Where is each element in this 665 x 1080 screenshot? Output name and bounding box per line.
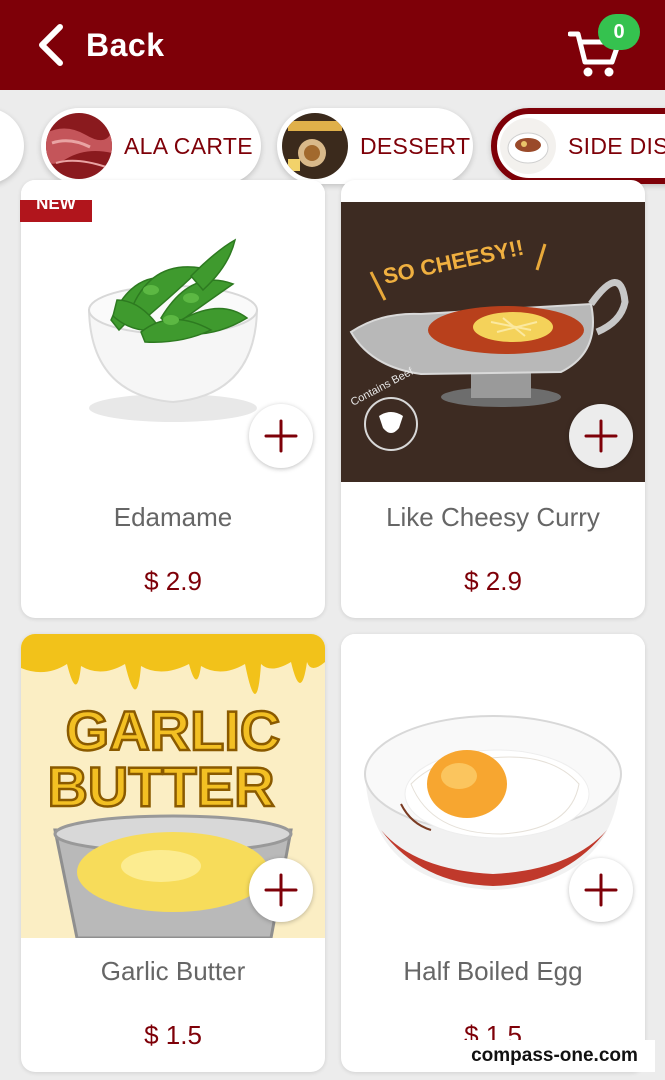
plus-icon — [584, 873, 618, 907]
chevron-left-icon — [39, 24, 63, 66]
product-card-half-boiled-egg[interactable]: Half Boiled Egg $ 1.5 — [341, 634, 645, 1072]
plus-icon — [264, 873, 298, 907]
dessert-thumbnail — [282, 113, 348, 179]
category-ala-carte[interactable]: ALA CARTE — [41, 108, 261, 184]
category-side-dish[interactable]: SIDE DISH — [491, 108, 665, 184]
plus-icon — [264, 419, 298, 453]
cart-button[interactable]: 0 — [560, 10, 650, 80]
product-name: Like Cheesy Curry — [386, 502, 600, 532]
product-name: Garlic Butter — [100, 956, 246, 986]
back-label: Back — [86, 26, 165, 63]
add-to-cart-button[interactable] — [569, 858, 633, 922]
add-to-cart-button[interactable] — [249, 858, 313, 922]
side-dish-thumbnail — [500, 118, 556, 174]
app-header: Back 0 — [0, 0, 665, 90]
product-card-garlic-butter[interactable]: GARLIC BUTTER Garlic Butter $ 1.5 — [21, 634, 325, 1072]
garlic-text: GARLIC — [66, 699, 281, 762]
cart-count-badge: 0 — [598, 14, 640, 50]
category-label: DESSERT — [360, 132, 471, 159]
product-card-like-cheesy-curry[interactable]: SO CHEESY!! Contains Beef Like Cheesy Cu… — [341, 180, 645, 618]
butter-text: BUTTER — [47, 755, 274, 818]
add-to-cart-button[interactable] — [249, 404, 313, 468]
new-badge: NEW — [20, 200, 92, 222]
plus-icon — [584, 419, 618, 453]
product-price: $ 2.9 — [464, 566, 522, 596]
category-label: SIDE DISH — [568, 132, 665, 159]
add-to-cart-button[interactable] — [569, 404, 633, 468]
watermark: compass-one.com — [454, 1040, 655, 1072]
product-price: $ 1.5 — [144, 1020, 202, 1050]
back-button[interactable]: Back — [30, 18, 165, 72]
product-price: $ 2.9 — [144, 566, 202, 596]
product-card-edamame[interactable]: Edamame $ 2.9 — [21, 180, 325, 618]
product-name: Edamame — [113, 502, 233, 532]
category-previous[interactable] — [0, 108, 24, 184]
ala-carte-thumbnail — [46, 113, 112, 179]
product-name: Half Boiled Egg — [403, 956, 583, 986]
category-dessert[interactable]: DESSERT — [277, 108, 473, 184]
category-label: ALA CARTE — [124, 132, 253, 159]
